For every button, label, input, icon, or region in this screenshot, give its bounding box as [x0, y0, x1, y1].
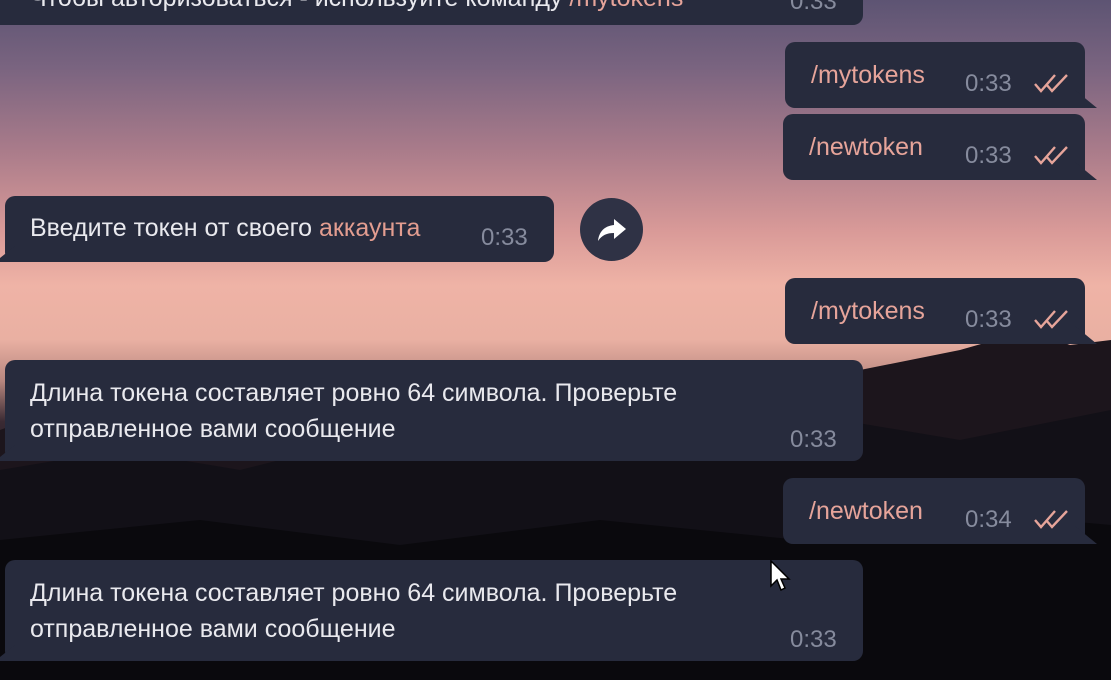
command-link[interactable]: /mytokens: [811, 57, 925, 93]
message-text: Введите токен от своего аккаунта: [30, 210, 420, 246]
message-time: 0:33: [965, 70, 1012, 97]
outgoing-message: /mytokens 0:33: [785, 42, 1097, 108]
double-check-icon: [1034, 146, 1068, 165]
outgoing-message: /newtoken 0:33: [783, 114, 1097, 180]
double-check-icon: [1034, 74, 1068, 93]
command-link[interactable]: /mytokens: [811, 293, 925, 329]
incoming-message: Чтобы авторизоваться - используйте коман…: [0, 0, 863, 25]
message-text-part: Чтобы авторизоваться - используйте коман…: [30, 0, 569, 12]
account-link[interactable]: аккаунта: [319, 214, 420, 242]
mouse-pointer-icon: [770, 560, 791, 592]
incoming-message: Введите токен от своего аккаунта 0:33: [0, 196, 554, 262]
outgoing-message: /newtoken 0:34: [783, 478, 1097, 544]
message-time: 0:34: [965, 506, 1012, 533]
message-text: Чтобы авторизоваться - используйте коман…: [30, 0, 683, 16]
message-time: 0:33: [790, 0, 837, 15]
message-text-part: Введите токен от своего: [30, 214, 320, 242]
message-time: 0:33: [790, 426, 837, 453]
command-link[interactable]: /mytokens: [569, 0, 683, 12]
message-text-line: Длина токена составляет ровно 64 символа…: [30, 579, 678, 607]
incoming-message: Длина токена составляет ровно 64 символа…: [0, 360, 863, 461]
message-time: 0:33: [790, 626, 837, 653]
command-link[interactable]: /newtoken: [809, 493, 923, 529]
message-time: 0:33: [965, 306, 1012, 333]
message-text-line: Длина токена составляет ровно 64 символа…: [30, 379, 678, 407]
outgoing-message: /mytokens 0:33: [785, 278, 1097, 344]
message-time: 0:33: [481, 224, 528, 251]
share-button[interactable]: [580, 198, 643, 261]
share-arrow-icon: [597, 218, 626, 241]
message-time: 0:33: [965, 142, 1012, 169]
command-link[interactable]: /newtoken: [809, 129, 923, 165]
incoming-message: Длина токена составляет ровно 64 символа…: [0, 560, 863, 661]
double-check-icon: [1034, 310, 1068, 329]
message-text-line: отправленное вами сообщение: [30, 615, 396, 643]
double-check-icon: [1034, 510, 1068, 529]
message-text-line: отправленное вами сообщение: [30, 415, 396, 443]
